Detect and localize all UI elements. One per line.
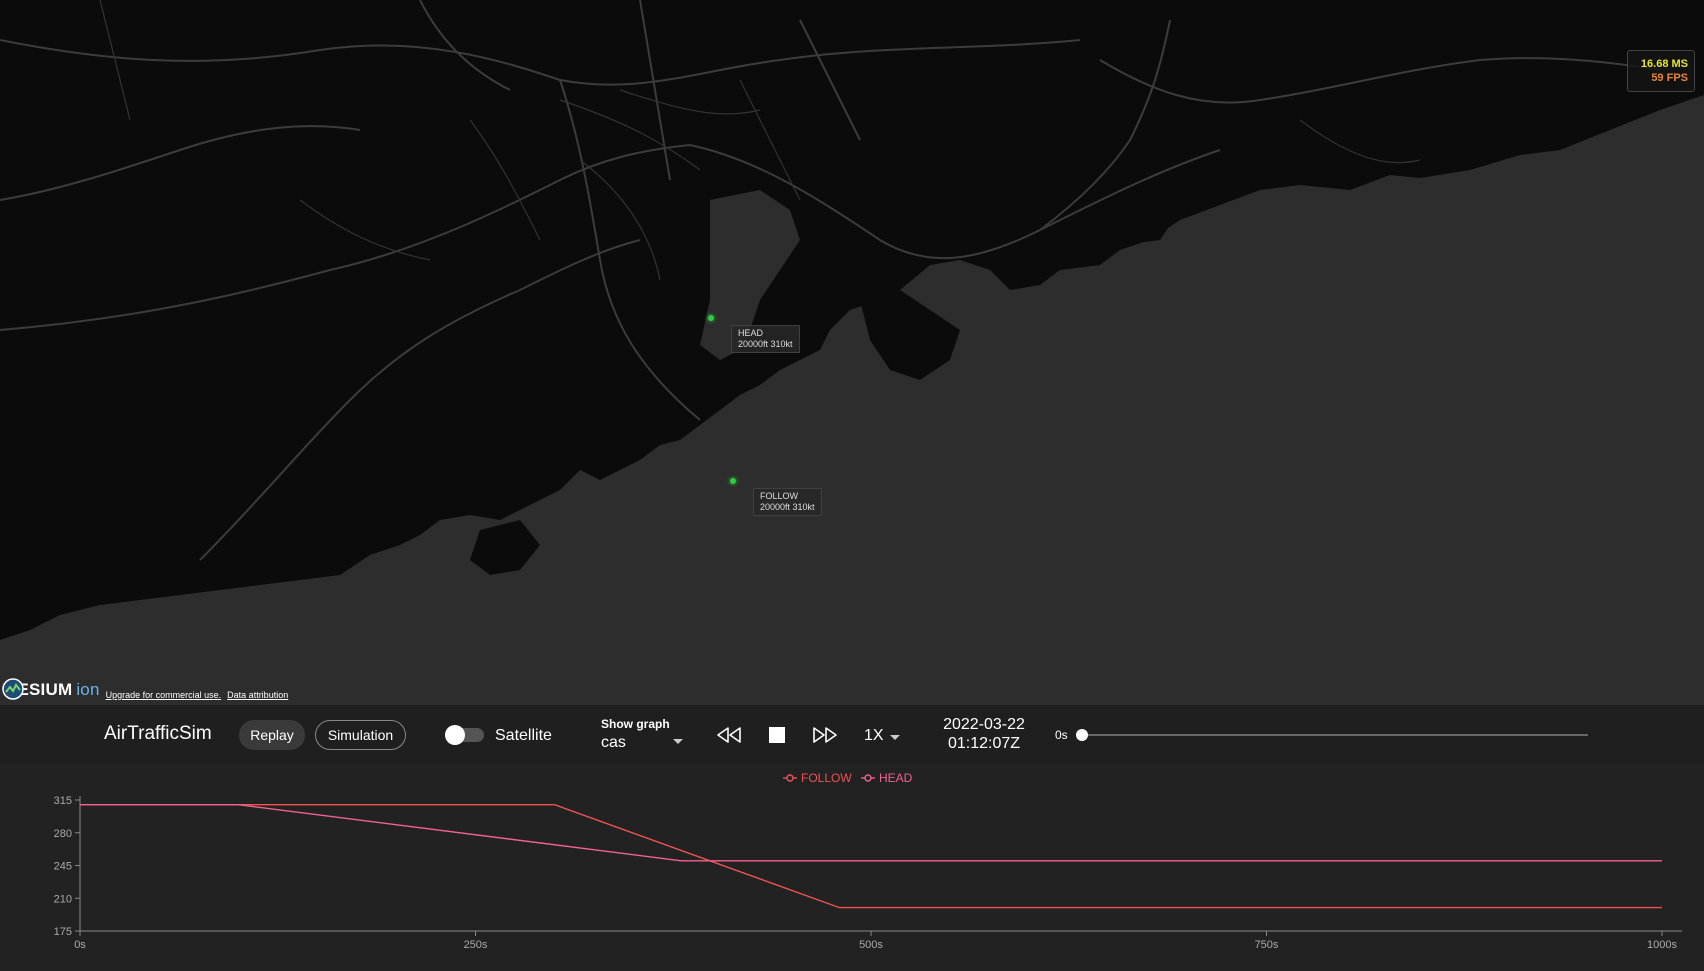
legend-marker	[864, 774, 872, 782]
x-tick-label: 750s	[1255, 939, 1279, 951]
credits-bar: CESIUM ion Upgrade for commercial use. D…	[2, 678, 288, 702]
speed-select[interactable]: 1X	[864, 727, 884, 745]
show-graph-value: cas	[601, 734, 626, 751]
aircraft-marker-head[interactable]	[708, 315, 714, 321]
time-slider-label: 0s	[1055, 728, 1068, 742]
y-tick-label: 175	[54, 926, 72, 938]
fast-forward-button[interactable]	[810, 720, 840, 750]
aircraft-callsign: FOLLOW	[760, 491, 799, 501]
x-tick-label: 250s	[464, 939, 488, 951]
y-tick-label: 245	[54, 861, 72, 873]
toggle-knob	[445, 725, 465, 745]
performance-display: 16.68 MS 59 FPS	[1627, 50, 1695, 92]
satellite-label: Satellite	[495, 727, 552, 744]
rewind-button[interactable]	[714, 720, 744, 750]
show-graph-select[interactable]: Show graph cas	[589, 713, 693, 757]
chart-svg: 315 280 245 210 1750s 250s 500s 750s 1000s FOLLOW…	[54, 771, 1682, 951]
x-tick-label: 500s	[859, 939, 883, 951]
rewind-icon	[717, 727, 741, 743]
control-toolbar: AirTrafficSim Replay Simulation Satellit…	[0, 705, 1704, 765]
aircraft-marker-follow[interactable]	[730, 478, 736, 484]
y-tick-label: 210	[54, 893, 72, 905]
frame-rate: 59 FPS	[1651, 72, 1688, 84]
frame-time: 16.68 MS	[1640, 58, 1688, 70]
stop-button[interactable]	[762, 720, 792, 750]
x-tick-label: 1000s	[1647, 939, 1677, 951]
time-slider-track[interactable]	[1081, 734, 1588, 736]
map-terrain	[0, 0, 1704, 705]
aircraft-info: 20000ft 310kt	[760, 502, 815, 512]
series-line-head	[80, 803, 1662, 862]
cesium-logo[interactable]: CESIUM ion	[2, 678, 100, 700]
data-attribution-link[interactable]: Data attribution	[227, 690, 288, 700]
cas-chart: 315 280 245 210 175 0s 250s 500s 750s 1000s FOLLOW…	[0, 765, 1704, 966]
upgrade-link[interactable]: Upgrade for commercial use.	[106, 690, 222, 700]
cesium-logo-ion: ion	[76, 680, 100, 699]
dropdown-caret-icon	[890, 735, 900, 740]
aircraft-callsign: HEAD	[738, 328, 764, 338]
app-title: AirTrafficSim	[104, 723, 212, 744]
legend-marker	[786, 774, 794, 782]
y-tick-label: 315	[54, 795, 72, 807]
y-tick-label: 280	[54, 828, 72, 840]
simulation-button[interactable]: Simulation	[315, 720, 406, 750]
sim-date: 2022-03-22	[943, 716, 1025, 733]
cesium-logo-icon	[2, 678, 24, 700]
aircraft-info: 20000ft 310kt	[738, 339, 793, 349]
show-graph-label: Show graph	[601, 717, 670, 731]
dropdown-caret-icon	[673, 739, 683, 744]
legend-label: HEAD	[879, 771, 913, 785]
aircraft-label-head: HEAD 20000ft 310kt	[731, 325, 800, 353]
time-slider-thumb[interactable]	[1076, 729, 1088, 741]
aircraft-label-follow: FOLLOW 20000ft 310kt	[753, 488, 822, 516]
legend-label: FOLLOW	[801, 771, 852, 785]
sim-clock: 2022-03-22 01:12:07Z	[925, 715, 1043, 755]
map-view[interactable]: HEAD 20000ft 310kt FOLLOW 20000ft 310kt …	[0, 0, 1704, 705]
x-tick-label: 0s	[74, 939, 86, 951]
sim-time: 01:12:07Z	[947, 735, 1021, 752]
replay-button[interactable]: Replay	[239, 720, 305, 750]
satellite-toggle[interactable]	[445, 725, 484, 745]
time-slider[interactable]: 0s	[1055, 720, 1590, 750]
series-line-follow	[80, 803, 1662, 909]
fast-forward-icon	[813, 727, 837, 743]
stop-icon	[769, 727, 785, 743]
